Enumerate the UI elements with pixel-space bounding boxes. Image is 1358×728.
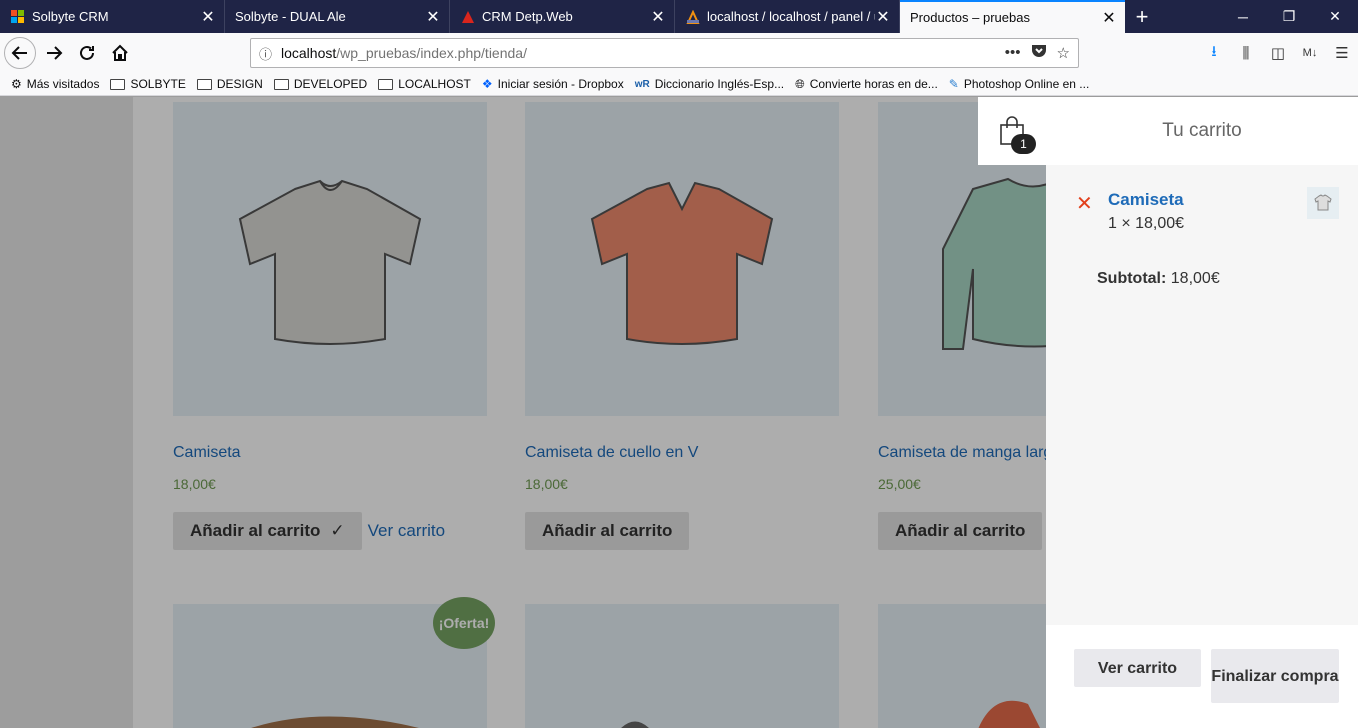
tab-productos[interactable]: Productos – pruebas ✕ — [900, 0, 1125, 33]
folder-icon — [196, 78, 212, 90]
url-host: localhost — [281, 45, 337, 61]
tab-crm-detp[interactable]: CRM Detp.Web ✕ — [450, 0, 675, 33]
cart-item-name[interactable]: Camiseta — [1108, 190, 1184, 210]
tab-solbyte-dual[interactable]: Solbyte - DUAL Ale ✕ — [225, 0, 450, 33]
gear-icon: ⚙ — [11, 77, 22, 91]
bookmark-mas-visitados[interactable]: ⚙ Más visitados — [11, 77, 99, 91]
bookmark-label: DESIGN — [216, 77, 263, 91]
library-icon[interactable]: ⫼ — [1230, 45, 1262, 62]
tab-title: Solbyte CRM — [32, 9, 109, 24]
cart-title: Tu carrito — [1046, 97, 1358, 165]
page-content: Camiseta 18,00€ Añadir al carrito ✓ Ver c… — [0, 97, 1358, 728]
bookmarks-bar: ⚙ Más visitados SOLBYTE DESIGN DEVELOPED … — [0, 73, 1358, 96]
checkout-button[interactable]: Finalizar compra — [1211, 649, 1339, 703]
forward-arrow-icon[interactable] — [39, 38, 69, 68]
dropbox-icon: ❖ — [481, 77, 493, 91]
folder-icon — [110, 78, 126, 90]
bookmark-label: Más visitados — [26, 77, 100, 91]
minimize-icon[interactable]: ─ — [1220, 0, 1266, 33]
bookmark-solbyte[interactable]: SOLBYTE — [110, 77, 186, 91]
cart-toggle[interactable]: 1 — [978, 97, 1046, 165]
reload-icon[interactable] — [72, 38, 102, 68]
cart-count-badge: 1 — [1011, 134, 1036, 154]
bookmark-developed[interactable]: DEVELOPED — [273, 77, 368, 91]
close-tab-icon[interactable]: ✕ — [200, 7, 216, 27]
tab-solbyte-crm[interactable]: Solbyte CRM ✕ — [0, 0, 225, 33]
page-actions-icon[interactable]: ••• — [1005, 44, 1021, 62]
bookmark-label: Iniciar sesión - Dropbox — [497, 77, 624, 91]
close-tab-icon[interactable]: ✕ — [875, 7, 891, 27]
sidebar-icon[interactable]: ◫ — [1262, 44, 1294, 62]
bookmark-label: Photoshop Online en ... — [963, 77, 1090, 91]
wr-icon: wR — [634, 78, 650, 90]
url-path: /wp_pruebas/index.php/tienda/ — [336, 45, 527, 61]
view-cart-button[interactable]: Ver carrito — [1074, 649, 1201, 687]
bookmark-wordreference[interactable]: wR Diccionario Inglés-Esp... — [635, 77, 784, 91]
markdown-icon[interactable]: M↓ — [1294, 47, 1326, 59]
bookmark-convierte-horas[interactable]: 🌐︎ Convierte horas en de... — [795, 77, 938, 92]
phpmyadmin-icon — [685, 9, 701, 25]
cart-panel: ✕ Camiseta 1 × 18,00€ Subtotal: 18,00€ V… — [1046, 165, 1358, 728]
cart-item: ✕ Camiseta 1 × 18,00€ — [1076, 187, 1346, 247]
folder-icon — [378, 78, 394, 90]
download-icon[interactable]: ⭳ — [1198, 41, 1230, 66]
nav-toolbar: ⓘ localhost/wp_pruebas/index.php/tienda/… — [0, 33, 1358, 73]
bookmark-label: Convierte horas en de... — [809, 77, 938, 91]
cart-item-quantity: 1 × 18,00€ — [1108, 215, 1185, 232]
bookmark-label: SOLBYTE — [130, 77, 186, 91]
cart-footer: Ver carrito Finalizar compra — [1046, 625, 1358, 728]
bookmark-localhost[interactable]: LOCALHOST — [378, 77, 471, 91]
restore-icon[interactable]: ❐ — [1266, 0, 1312, 33]
close-tab-icon[interactable]: ✕ — [650, 7, 666, 27]
remove-item-icon[interactable]: ✕ — [1076, 191, 1093, 216]
bookmark-label: LOCALHOST — [398, 77, 471, 91]
bookmark-design[interactable]: DESIGN — [196, 77, 263, 91]
folder-icon — [273, 78, 289, 90]
tab-title: CRM Detp.Web — [482, 9, 573, 24]
tab-strip: Solbyte CRM ✕ Solbyte - DUAL Ale ✕ CRM D… — [0, 0, 1358, 33]
feather-icon: ✎ — [948, 77, 959, 91]
red-triangle-icon — [460, 9, 476, 25]
globe-icon: 🌐︎ — [795, 76, 805, 91]
tab-title: localhost / localhost / panel / u — [707, 9, 875, 24]
bookmark-photoshop[interactable]: ✎ Photoshop Online en ... — [949, 77, 1089, 91]
url-bar[interactable]: ⓘ localhost/wp_pruebas/index.php/tienda/… — [250, 38, 1079, 68]
cart-item-thumbnail[interactable] — [1307, 187, 1339, 219]
tab-title: Productos – pruebas — [910, 10, 1030, 25]
star-icon[interactable]: ☆ — [1057, 44, 1070, 62]
window-controls: ─ ❐ ✕ — [1220, 0, 1358, 33]
bookmark-label: DEVELOPED — [293, 77, 368, 91]
tab-phpmyadmin[interactable]: localhost / localhost / panel / u ✕ — [675, 0, 900, 33]
back-arrow-icon[interactable] — [4, 37, 36, 69]
close-tab-icon[interactable]: ✕ — [425, 7, 441, 27]
tab-title: Solbyte - DUAL Ale — [235, 9, 346, 24]
close-tab-icon[interactable]: ✕ — [1101, 8, 1117, 28]
pocket-icon[interactable] — [1031, 44, 1047, 62]
new-tab-icon[interactable]: + — [1125, 0, 1159, 33]
subtotal-value: 18,00€ — [1170, 270, 1220, 287]
bookmark-dropbox[interactable]: ❖ Iniciar sesión - Dropbox — [482, 77, 624, 91]
home-icon[interactable] — [105, 38, 135, 68]
menu-icon[interactable]: ☰ — [1326, 44, 1358, 62]
subtotal-label: Subtotal: — [1097, 270, 1167, 287]
close-window-icon[interactable]: ✕ — [1312, 0, 1358, 33]
bookmark-label: Diccionario Inglés-Esp... — [654, 77, 785, 91]
info-icon[interactable]: ⓘ — [259, 44, 281, 63]
windows-icon — [10, 9, 26, 25]
cart-subtotal: Subtotal: 18,00€ — [1097, 270, 1220, 288]
